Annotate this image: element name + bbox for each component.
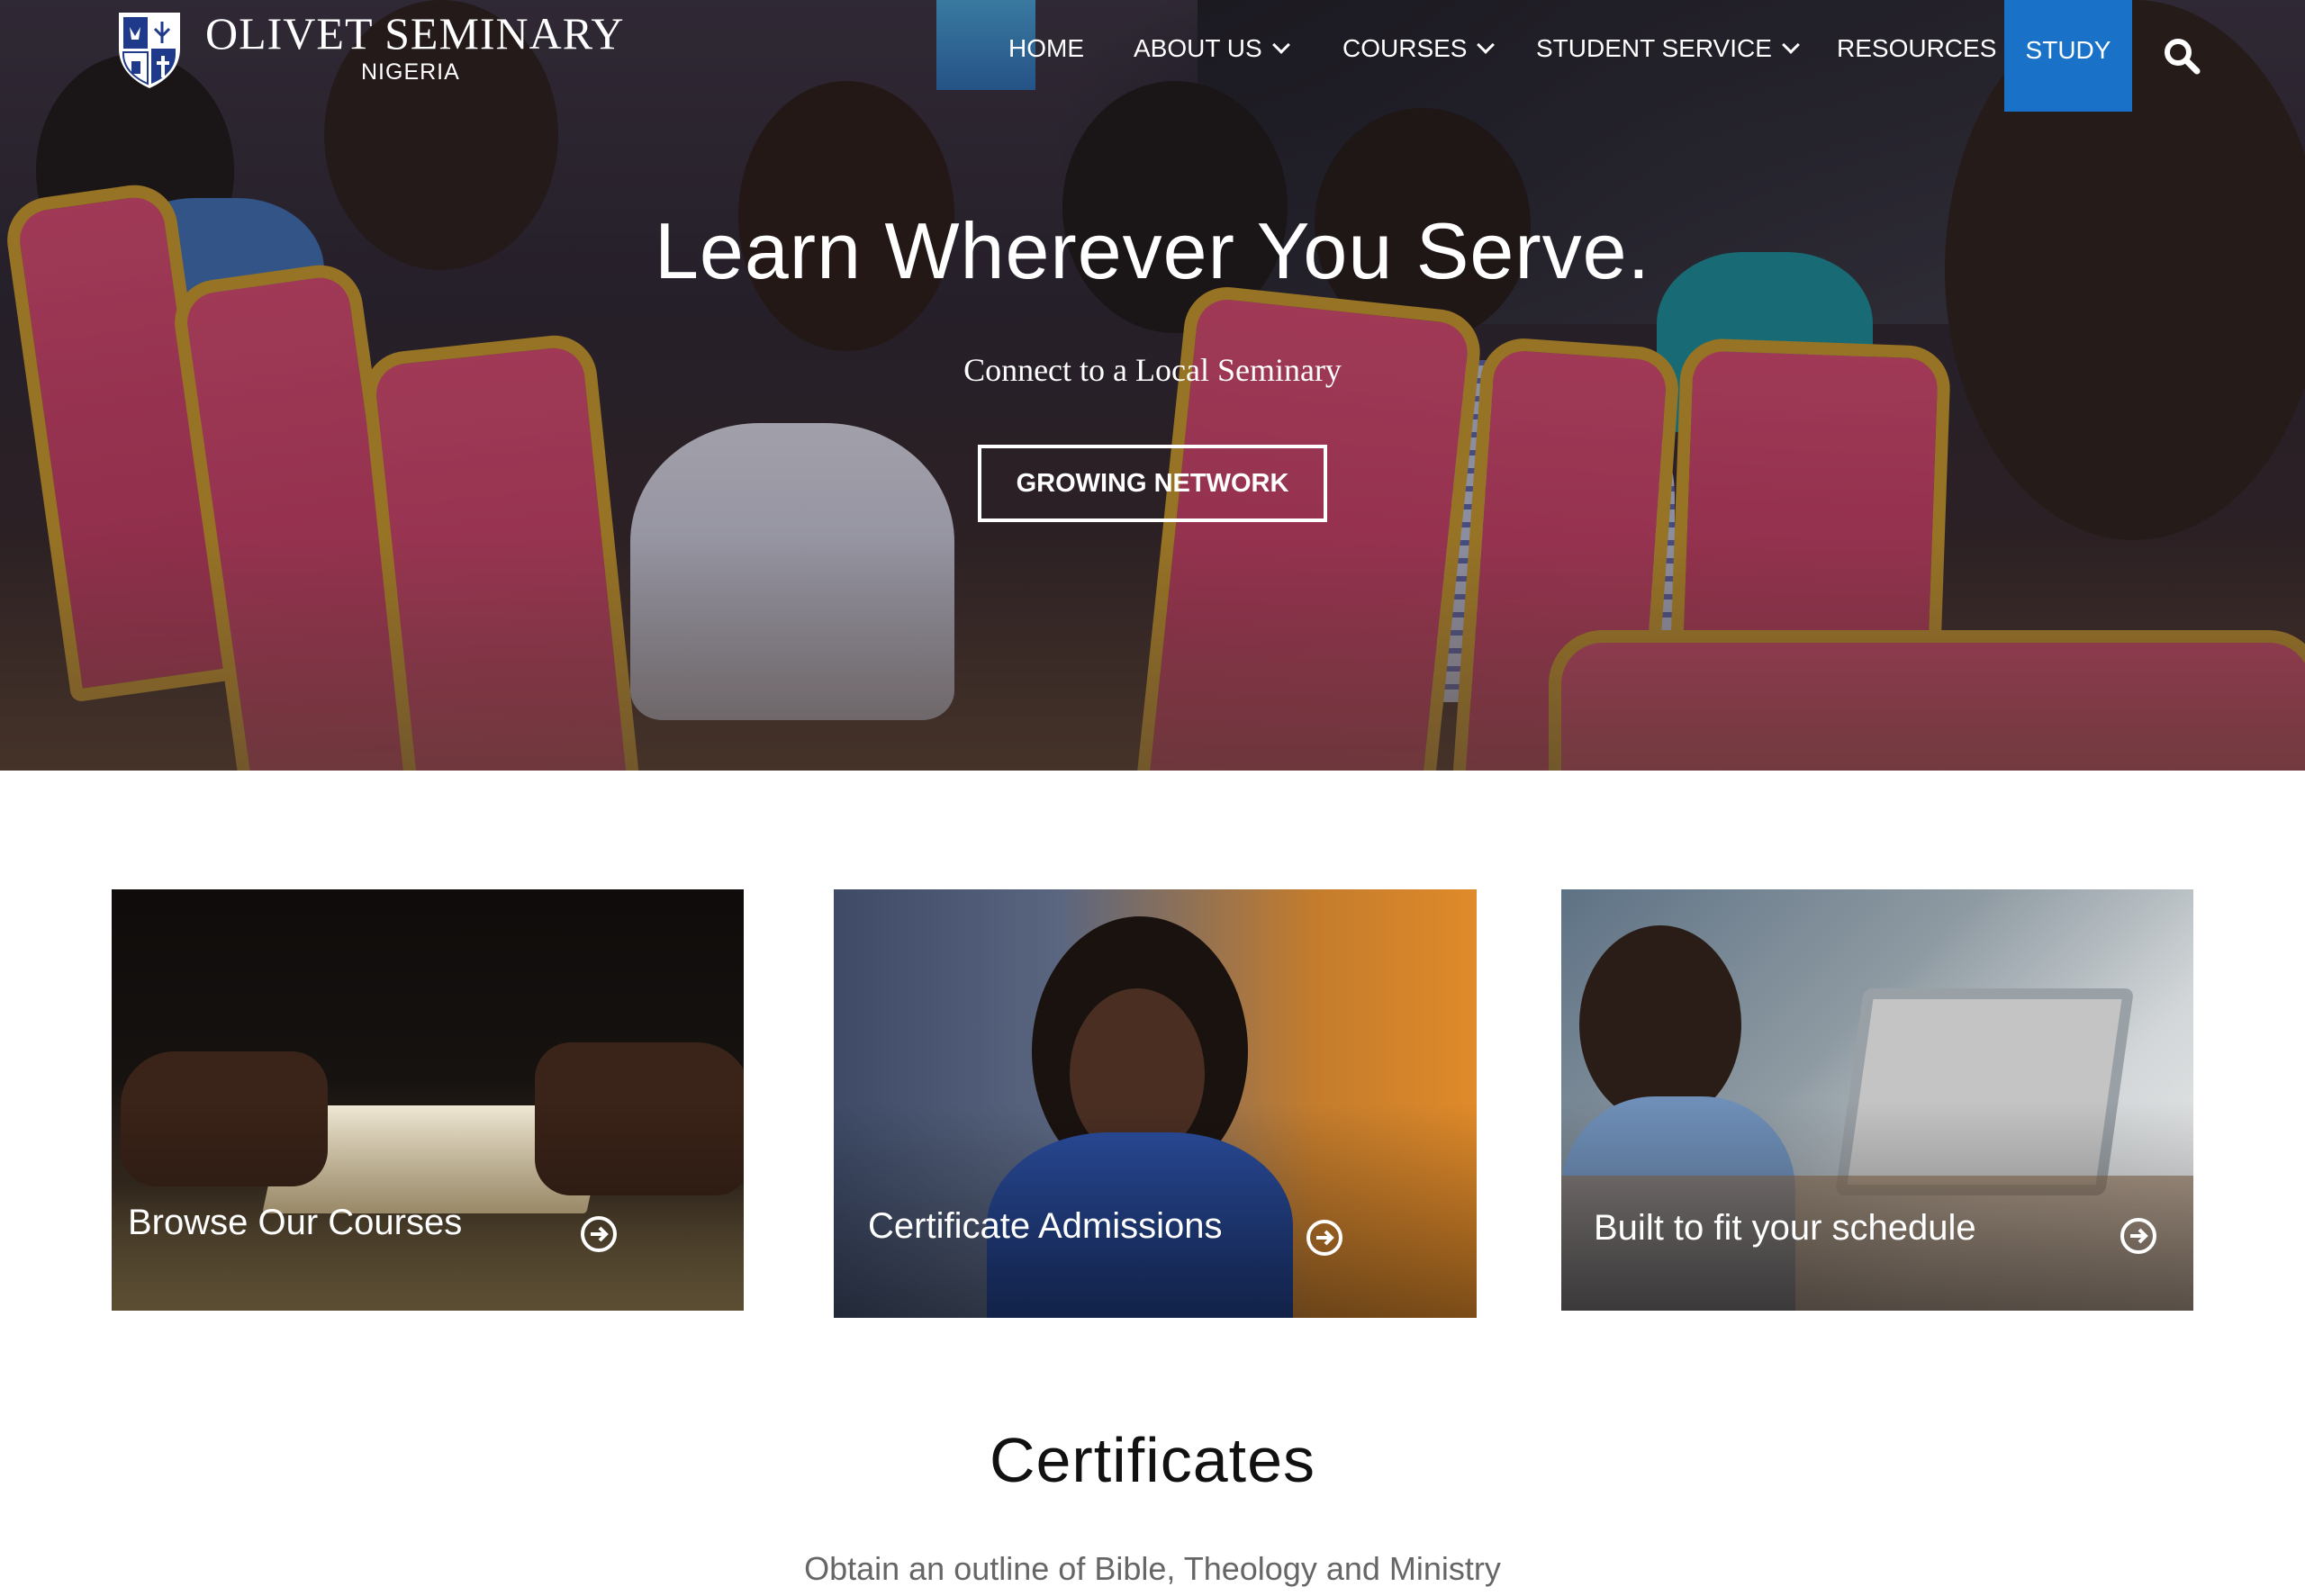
study-button[interactable]: STUDY: [2004, 0, 2132, 112]
hero-title: Learn Wherever You Serve.: [654, 206, 1651, 295]
chevron-down-icon: [1782, 36, 1800, 54]
nav-item-about-us[interactable]: ABOUT US: [1134, 34, 1290, 63]
chevron-down-icon: [1271, 36, 1290, 54]
nav-item-label: HOME: [1008, 34, 1084, 62]
card-flexible-schedule[interactable]: Built to fit your schedule: [1561, 889, 2193, 1311]
nav-item-label: RESOURCES: [1837, 34, 1997, 62]
arrow-circle-right-icon[interactable]: [580, 1215, 618, 1253]
card-browse-courses[interactable]: Browse Our Courses: [112, 889, 744, 1311]
main-nav: HOME ABOUT US COURSES STUDENT SERVICE RE…: [0, 0, 2305, 112]
arrow-circle-right-icon[interactable]: [2120, 1217, 2157, 1255]
card-certificate-admissions[interactable]: Certificate Admissions: [834, 889, 1477, 1318]
card-title: Certificate Admissions: [868, 1206, 1223, 1246]
nav-item-home[interactable]: HOME: [1008, 34, 1084, 63]
arrow-circle-right-icon[interactable]: [1306, 1219, 1343, 1257]
card-shade: [1561, 1100, 2193, 1311]
hero-subtitle: Connect to a Local Seminary: [963, 352, 1342, 388]
growing-network-button[interactable]: GROWING NETWORK: [978, 445, 1327, 522]
nav-item-student-service[interactable]: STUDENT SERVICE: [1536, 34, 1800, 63]
nav-item-courses[interactable]: COURSES: [1342, 34, 1496, 63]
search-icon[interactable]: [2162, 36, 2201, 76]
card-title: Built to fit your schedule: [1594, 1208, 1976, 1248]
nav-item-resources[interactable]: RESOURCES: [1837, 34, 1996, 63]
section-subtitle: Obtain an outline of Bible, Theology and…: [804, 1550, 1501, 1587]
student-image: [1579, 925, 1741, 1123]
nav-item-label: COURSES: [1342, 34, 1468, 62]
chevron-down-icon: [1477, 36, 1496, 54]
nav-item-label: ABOUT US: [1134, 34, 1262, 62]
card-title: Browse Our Courses: [128, 1203, 463, 1242]
section-title: Certificates: [989, 1425, 1316, 1495]
nav-item-label: STUDENT SERVICE: [1536, 34, 1772, 62]
